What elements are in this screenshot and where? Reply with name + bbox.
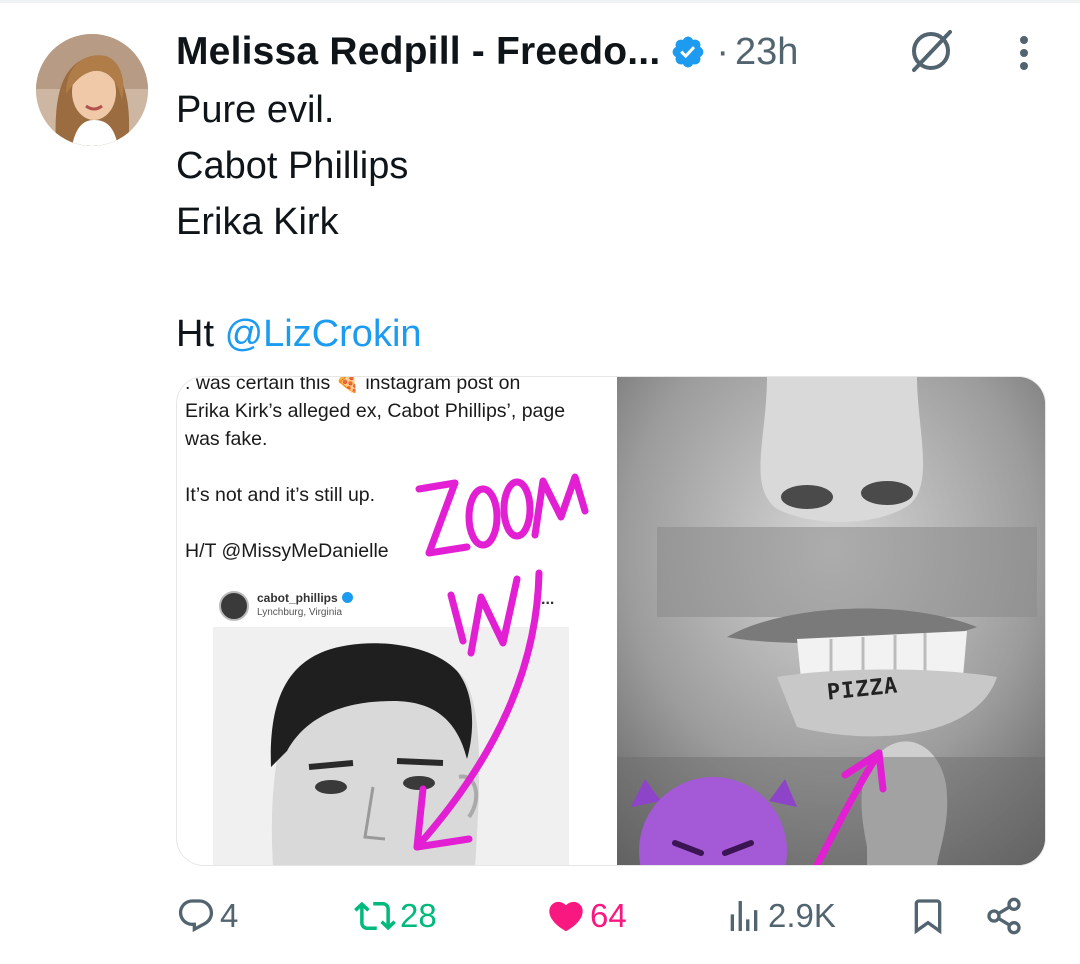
more-options-icon[interactable] (1006, 30, 1042, 76)
author-name[interactable]: Melissa Redpill - Freedo... (176, 30, 660, 74)
top-divider (0, 0, 1080, 3)
hat-tip-line: Ht @LizCrokin (176, 306, 422, 362)
share-button[interactable] (984, 888, 1024, 944)
reply-button[interactable]: 4 (176, 888, 238, 944)
analytics-icon (730, 901, 758, 931)
hat-tip-prefix: Ht (176, 313, 225, 355)
reply-icon (178, 899, 214, 933)
post-line-2: Cabot Phillips (176, 145, 409, 187)
share-icon (987, 897, 1021, 935)
mention-link[interactable]: @LizCrokin (225, 313, 422, 355)
avatar-portrait (36, 34, 148, 146)
heart-icon (549, 901, 583, 932)
post-line-1: Pure evil. (176, 89, 335, 131)
zoom-in-annotation (413, 473, 589, 851)
reply-count: 4 (220, 897, 239, 934)
bookmark-icon (914, 899, 942, 935)
grok-icon[interactable] (906, 26, 956, 76)
media-grid[interactable]: . was certain this 🍕 instagram post on E… (176, 376, 1046, 866)
repost-button[interactable]: 28 (354, 888, 437, 944)
header-separator: · (716, 30, 730, 73)
view-count: 2.9K (768, 897, 836, 934)
like-button[interactable]: 64 (546, 888, 627, 944)
like-count: 64 (590, 897, 627, 934)
repost-count: 28 (400, 897, 437, 934)
media-image-left[interactable]: . was certain this 🍕 instagram post on E… (177, 377, 605, 865)
views-button[interactable]: 2.9K (724, 888, 836, 944)
bookmark-button[interactable] (908, 888, 948, 944)
action-bar: 4 28 64 2.9K (176, 888, 1046, 944)
post-timestamp[interactable]: 23h (735, 31, 798, 74)
post-line-3: Erika Kirk (176, 201, 339, 243)
repost-icon (354, 901, 396, 931)
media-image-right[interactable]: PIZZA (617, 377, 1045, 865)
post-header: Melissa Redpill - Freedo... · 23h (176, 28, 798, 76)
author-avatar[interactable] (36, 34, 148, 146)
verified-badge-icon (672, 36, 704, 68)
post-text: Pure evil. Cabot Phillips Erika Kirk (176, 82, 408, 250)
closeup-photo (617, 377, 1045, 865)
